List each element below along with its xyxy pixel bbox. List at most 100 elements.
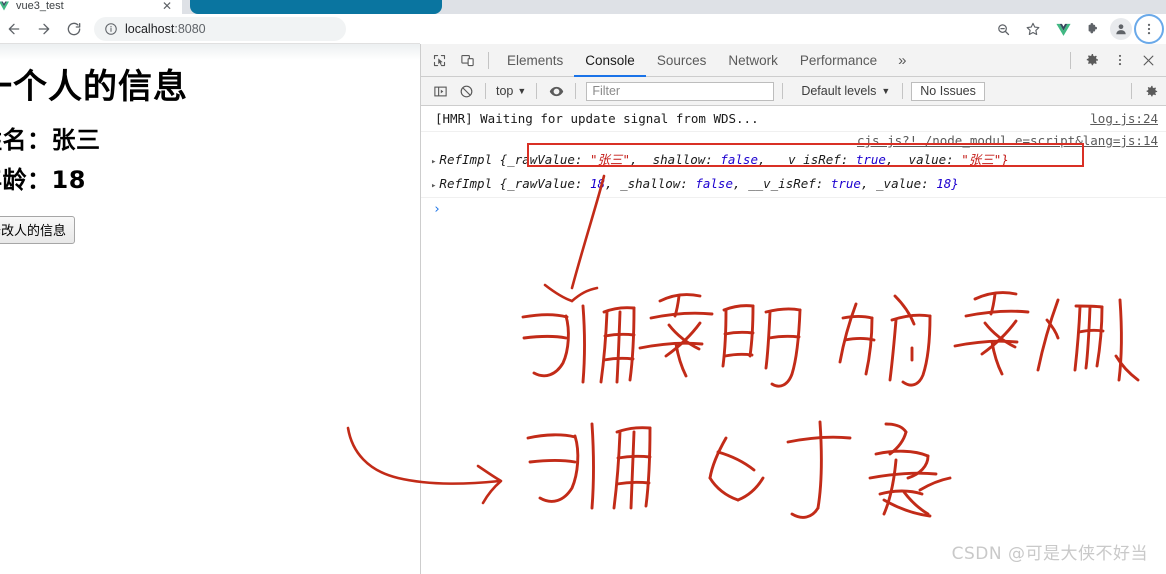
browser-tab-title: vue3_test [16,0,64,12]
tab-elements[interactable]: Elements [496,44,574,77]
kebab-menu-icon[interactable] [1106,46,1134,74]
toolbar-divider [782,83,784,99]
prop-value: true [830,176,861,191]
device-toolbar-icon[interactable] [453,46,481,74]
tab-console[interactable]: Console [574,44,646,77]
toolbar-right-icons [990,16,1166,42]
live-expression-eye-icon[interactable] [543,78,569,104]
prop-value: false [695,176,733,191]
arrow-forward-icon[interactable] [30,16,58,42]
tab-network[interactable]: Network [717,44,789,77]
toolbar-divider [485,83,486,99]
close-icon[interactable] [1134,46,1162,74]
prop-key: {_rawValue: [499,176,583,191]
browser-toolbar: localhost:8080 [0,14,1166,44]
devtools-tabbar-right [1063,46,1166,74]
address-host: localhost [125,22,175,36]
zoom-search-icon[interactable] [990,16,1016,42]
console-output[interactable]: [HMR] Waiting for update signal from WDS… [421,106,1166,574]
console-filter-bar-right [1125,78,1166,104]
filter-input[interactable]: Filter [586,81,775,101]
prop-value: 18} [936,176,959,191]
vue-devtools-icon[interactable] [1050,16,1076,42]
chevron-down-icon: ▼ [881,86,891,96]
console-message-hmr[interactable]: [HMR] Waiting for update signal from WDS… [421,106,1166,132]
clear-console-icon[interactable] [453,78,479,104]
vue-favicon-icon [0,0,10,12]
prop-key: _value: [901,152,954,167]
console-source-link[interactable]: log.js:24 [1090,108,1158,129]
log-levels-select[interactable]: Default levels ▼ [795,84,896,98]
devtools-tabbar: Elements Console Sources Network Perform… [421,44,1166,77]
console-source-link[interactable]: cjs.js?!./node_modul…e=script&lang=js:14 [421,132,1166,149]
edit-person-info-button[interactable]: 修改人的信息 [0,216,76,244]
console-message-text: [HMR] Waiting for update signal from WDS… [435,111,759,126]
comma: , [605,176,613,191]
prop-key: _shallow: [620,176,688,191]
toolbar-divider [1070,51,1071,69]
address-port: :8080 [174,22,206,36]
prop-value: false [720,152,758,167]
inspect-element-icon[interactable] [425,46,453,74]
chrome-menu-icon[interactable] [1136,16,1162,42]
page-title: 一个人的信息 [0,67,188,107]
prop-key: __v_isRef: [773,152,849,167]
csdn-watermark: CSDN @可是大侠不好当 [951,544,1148,564]
toolbar-divider [575,83,577,99]
tab-performance[interactable]: Performance [789,44,888,77]
console-object-group: cjs.js?!./node_modul…e=script&lang=js:14… [421,132,1166,198]
person-name-label: 姓名： [0,126,52,154]
console-object-row[interactable]: ▸ RefImpl {_rawValue: 18, _shallow: false… [421,173,1166,197]
prop-key: {_rawValue: [499,152,583,167]
gear-icon[interactable] [1138,78,1164,104]
expand-triangle-icon[interactable]: ▸ [431,157,436,167]
prop-key: _value: [876,176,929,191]
prop-value: true [855,152,886,167]
console-sidebar-icon[interactable] [427,78,453,104]
execution-context-select[interactable]: top ▼ [492,84,530,98]
chevron-down-icon: ▼ [517,86,527,96]
plus-icon: + [214,0,222,3]
bookmark-star-icon[interactable] [1020,16,1046,42]
issues-button[interactable]: No Issues [911,81,985,101]
console-filter-bar: top ▼ Filter Default levels ▼ No Issues [421,77,1166,106]
prop-value: "张三" [589,152,631,167]
person-name-value: 张三 [51,126,101,154]
person-age-row: 年龄：18 [0,160,418,200]
reload-icon[interactable] [60,16,88,42]
browser-tab[interactable]: vue3_test ✕ [0,0,182,14]
prop-key: __v_isRef: [748,176,824,191]
tab-sources[interactable]: Sources [646,44,718,77]
person-age-value: 18 [51,166,86,194]
extensions-puzzle-icon[interactable] [1080,16,1106,42]
new-tab-button[interactable]: + [190,0,442,14]
comma: , [733,176,741,191]
profile-avatar-icon[interactable] [1110,18,1132,40]
tabs-overflow-icon[interactable]: » [888,52,916,69]
navigation-buttons [0,16,88,42]
address-bar-url: localhost:8080 [125,22,206,36]
devtools-panel: Elements Console Sources Network Perform… [420,44,1166,574]
console-prompt[interactable]: › [421,198,1166,217]
close-icon[interactable]: ✕ [162,0,172,12]
gear-icon[interactable] [1078,46,1106,74]
prop-key: _shallow: [645,152,713,167]
toolbar-divider [1131,83,1132,99]
toolbar-divider [902,83,904,99]
comma: , [758,152,766,167]
person-name-row: 姓名：张三 [0,120,418,160]
browser-tabstrip: vue3_test ✕ + [0,0,1166,14]
toolbar-divider [536,83,538,99]
info-circle-icon[interactable] [104,22,118,36]
prop-value: "张三"} [961,152,1009,167]
log-levels-label: Default levels [801,84,877,98]
expand-triangle-icon[interactable]: ▸ [431,181,436,191]
comma: , [630,152,638,167]
comma: , [860,176,869,191]
toolbar-divider [488,51,489,69]
screenshot-root: vue3_test ✕ + localhost:8080 [0,0,1166,574]
console-object-row[interactable]: ▸ RefImpl {_rawValue: "张三", _shallow: fal… [421,149,1166,173]
address-bar[interactable]: localhost:8080 [94,17,346,41]
arrow-back-icon[interactable] [0,16,28,42]
prop-value: 18 [589,176,606,191]
